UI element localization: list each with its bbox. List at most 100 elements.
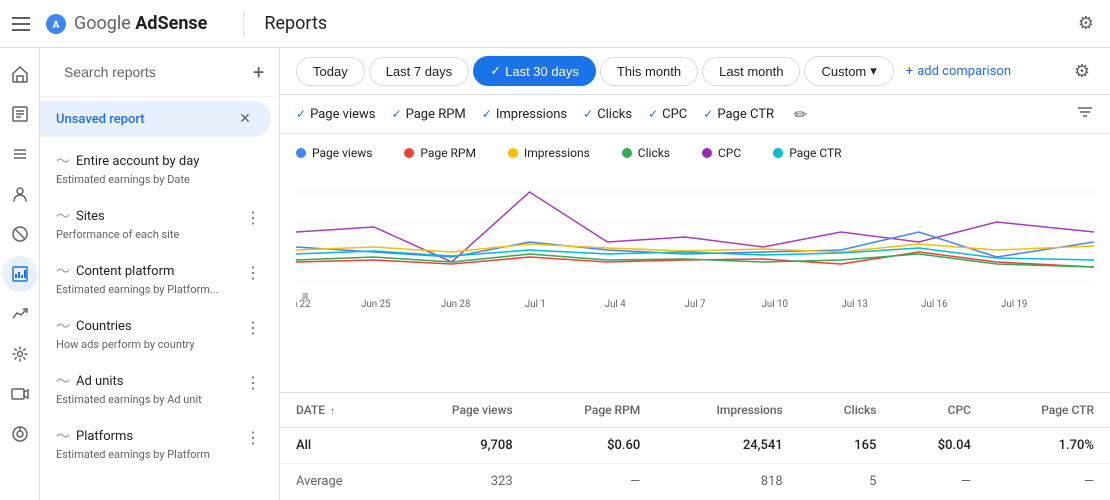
last7days-button[interactable]: Last 7 days (369, 57, 470, 86)
svg-text:Jul 10: Jul 10 (762, 299, 788, 310)
sidebar-item-subtitle: How ads perform by country (56, 338, 195, 351)
check-icon: ✓ (482, 107, 492, 121)
nav-list-icon[interactable] (2, 136, 38, 172)
cell-page-ctr: — (987, 464, 1110, 500)
cell-date: All (280, 428, 394, 464)
add-comparison-button[interactable]: + add comparison (906, 64, 1011, 79)
sidebar-search-bar: + (40, 48, 279, 97)
nav-optimize-icon[interactable] (2, 416, 38, 452)
logo-text: Google AdSense (74, 13, 207, 34)
sidebar-item-entire-account[interactable]: 〜 Entire account by day Estimated earnin… (40, 141, 279, 196)
nav-people-icon[interactable] (2, 176, 38, 212)
sidebar-item-subtitle: Estimated earnings by Platform... (56, 283, 219, 296)
add-comparison-label: add comparison (917, 64, 1011, 79)
sidebar-item-platforms[interactable]: 〜 Platforms Estimated earnings by Platfo… (40, 416, 279, 471)
tab-label: Clicks (597, 107, 632, 122)
sidebar-item-countries[interactable]: 〜 Countries How ads perform by country ⋮ (40, 306, 279, 361)
svg-text:Jun 28: Jun 28 (441, 299, 470, 310)
sidebar-item-sites[interactable]: 〜 Sites Performance of each site ⋮ (40, 196, 279, 251)
sidebar-item-content-platform[interactable]: 〜 Content platform Estimated earnings by… (40, 251, 279, 306)
sparkline-icon: 〜 (56, 316, 70, 336)
cell-page-views: 323 (394, 464, 529, 500)
legend-cpc: CPC (702, 146, 741, 160)
legend-page-ctr: Page CTR (773, 146, 841, 160)
nav-reports-icon[interactable] (2, 256, 38, 292)
search-input[interactable] (64, 64, 245, 80)
cell-cpc: — (892, 464, 987, 500)
tab-page-views[interactable]: ✓ Page views (296, 107, 376, 122)
svg-text:Jul 16: Jul 16 (921, 299, 948, 310)
last30days-button[interactable]: ✓ Last 30 days (473, 56, 596, 86)
nav-content-icon[interactable] (2, 96, 38, 132)
filter-icon[interactable] (1076, 103, 1094, 125)
custom-button[interactable]: Custom ▾ (804, 56, 893, 86)
tab-page-ctr[interactable]: ✓ Page CTR (703, 107, 774, 122)
tab-label: Impressions (496, 107, 567, 122)
topbar: A Google AdSense Reports ⚙ (0, 0, 1110, 48)
cell-page-rpm: — (529, 464, 657, 500)
chart-legend: Page views Page RPM Impressions Clicks C… (280, 134, 1110, 172)
nav-block-icon[interactable] (2, 216, 38, 252)
active-report-label: Unsaved report (56, 112, 145, 127)
last-month-button[interactable]: Last month (702, 57, 800, 86)
col-cpc[interactable]: CPC (892, 393, 987, 428)
tab-cpc[interactable]: ✓ CPC (648, 107, 687, 122)
more-options-icon[interactable]: ⋮ (243, 206, 263, 229)
sidebar-item-subtitle: Estimated earnings by Platform (56, 448, 210, 461)
col-date[interactable]: DATE ↑ (280, 393, 394, 428)
line-chart: Jun 22 Jun 25 Jun 28 Jul 1 Jul 4 Jul 7 J… (280, 172, 1110, 392)
table-row: Average 323 — 818 5 — — (280, 464, 1110, 500)
nav-home-icon[interactable] (2, 56, 38, 92)
logo: A Google AdSense (44, 12, 207, 36)
more-options-icon[interactable]: ⋮ (243, 261, 263, 284)
svg-text:Jul 19: Jul 19 (1001, 299, 1027, 310)
col-page-ctr[interactable]: Page CTR (987, 393, 1110, 428)
edit-metrics-icon[interactable]: ✏ (794, 105, 807, 124)
nav-settings-icon[interactable] (2, 336, 38, 372)
check-icon: ✓ (703, 107, 713, 121)
check-icon: ✓ (296, 107, 306, 121)
menu-icon[interactable] (12, 12, 36, 36)
gear-icon[interactable]: ⚙ (1074, 12, 1098, 36)
col-page-views[interactable]: Page views (394, 393, 529, 428)
cell-clicks: 165 (799, 428, 893, 464)
svg-text:Jul 4: Jul 4 (605, 299, 626, 310)
sidebar-item-ad-units[interactable]: 〜 Ad units Estimated earnings by Ad unit… (40, 361, 279, 416)
check-icon: ✓ (648, 107, 658, 121)
sidebar-active-item[interactable]: Unsaved report ✕ (40, 101, 271, 137)
sparkline-icon: 〜 (56, 151, 70, 171)
sidebar-item-subtitle: Estimated earnings by Date (56, 173, 199, 186)
today-button[interactable]: Today (296, 57, 365, 86)
cell-page-views: 9,708 (394, 428, 529, 464)
more-options-icon[interactable]: ⋮ (243, 371, 263, 394)
close-active-button[interactable]: ✕ (235, 109, 255, 129)
sidebar-item-subtitle: Estimated earnings by Ad unit (56, 393, 202, 406)
svg-text:A: A (53, 20, 60, 31)
tab-label: CPC (662, 107, 687, 122)
add-report-button[interactable]: + (253, 60, 264, 84)
col-page-rpm[interactable]: Page RPM (529, 393, 657, 428)
report-settings-icon[interactable]: ⚙ (1070, 59, 1094, 83)
col-impressions[interactable]: Impressions (656, 393, 798, 428)
col-clicks[interactable]: Clicks (799, 393, 893, 428)
tab-label: Page RPM (406, 107, 466, 122)
check-icon: ✓ (583, 107, 593, 121)
tab-label: Page views (310, 107, 375, 122)
custom-label: Custom (821, 64, 866, 79)
metric-tabs: ✓ Page views ✓ Page RPM ✓ Impressions ✓ … (280, 95, 1110, 134)
tab-clicks[interactable]: ✓ Clicks (583, 107, 632, 122)
legend-clicks: Clicks (622, 146, 670, 160)
tab-impressions[interactable]: ✓ Impressions (482, 107, 567, 122)
tab-page-rpm[interactable]: ✓ Page RPM (392, 107, 466, 122)
legend-page-rpm: Page RPM (404, 146, 476, 160)
more-options-icon[interactable]: ⋮ (243, 426, 263, 449)
svg-text:Jul 7: Jul 7 (685, 299, 706, 310)
plus-icon: + (906, 64, 913, 79)
leftnav (0, 48, 40, 500)
nav-video-icon[interactable] (2, 376, 38, 412)
this-month-button[interactable]: This month (600, 57, 698, 86)
svg-text:Jul 13: Jul 13 (841, 299, 867, 310)
nav-trending-icon[interactable] (2, 296, 38, 332)
more-options-icon[interactable]: ⋮ (243, 316, 263, 339)
cell-page-rpm: $0.60 (529, 428, 657, 464)
